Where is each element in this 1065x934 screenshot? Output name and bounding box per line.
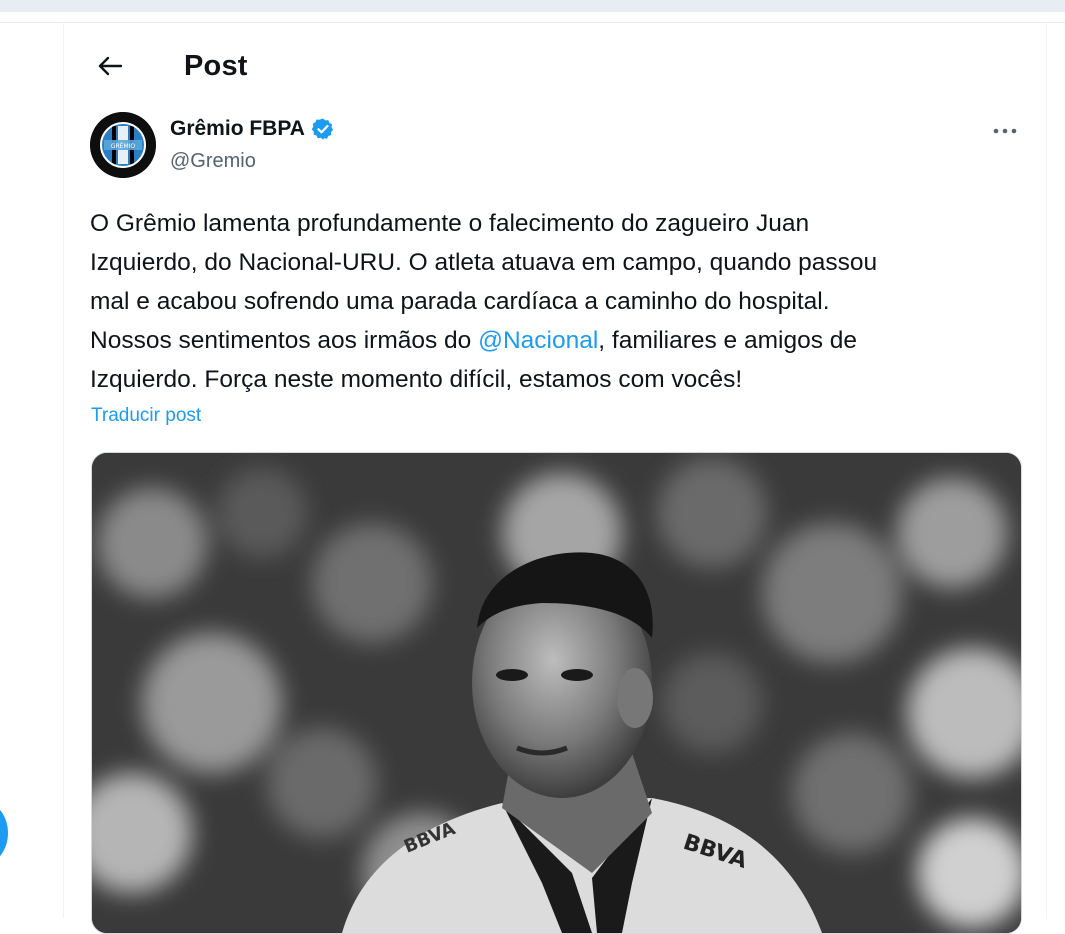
arrow-left-icon bbox=[98, 56, 123, 76]
page-title: Post bbox=[184, 50, 248, 82]
author-name-row[interactable]: Grêmio FBPA bbox=[170, 117, 335, 141]
player-photo: BBVA BBVA bbox=[92, 453, 1021, 933]
author-handle[interactable]: @Gremio bbox=[170, 150, 256, 173]
compose-fab-button[interactable] bbox=[0, 802, 8, 864]
verified-badge-icon bbox=[311, 118, 334, 140]
back-button[interactable] bbox=[92, 46, 128, 86]
tweet-line-1: O Grêmio lamenta profundamente o falecim… bbox=[90, 210, 810, 237]
avatar[interactable]: GRÊMIO bbox=[90, 112, 156, 178]
more-options-button[interactable] bbox=[988, 118, 1022, 144]
tweet-line-3: mal e acabou sofrendo uma parada cardíac… bbox=[90, 288, 830, 315]
author-name[interactable]: Grêmio FBPA bbox=[170, 117, 305, 141]
browser-top-bar bbox=[0, 0, 1065, 12]
top-divider bbox=[0, 12, 1065, 23]
mention-link[interactable]: @Nacional bbox=[478, 327, 598, 354]
gremio-crest-icon: GRÊMIO bbox=[90, 112, 156, 178]
more-dots-icon bbox=[993, 128, 1017, 134]
tweet-line-4-start: Nossos sentimentos aos irmãos do bbox=[90, 327, 479, 354]
tweet-line-4: Nossos sentimentos aos irmãos do @Nacion… bbox=[90, 321, 1025, 360]
avatar-text: GRÊMIO bbox=[111, 142, 136, 150]
tweet-line-5: Izquierdo. Força neste momento difícil, … bbox=[90, 366, 743, 393]
tweet-text: O Grêmio lamenta profundamente o falecim… bbox=[90, 204, 1025, 399]
post-media-image[interactable]: BBVA BBVA bbox=[91, 452, 1022, 934]
column-border-right bbox=[1046, 22, 1047, 918]
column-border-left bbox=[63, 22, 64, 918]
post-header: Post bbox=[64, 40, 1046, 96]
tweet-line-2: Izquierdo, do Nacional-URU. O atleta atu… bbox=[90, 249, 878, 276]
tweet-line-4-end: , familiares e amigos de bbox=[598, 327, 858, 354]
translate-post-link[interactable]: Traducir post bbox=[91, 405, 201, 427]
